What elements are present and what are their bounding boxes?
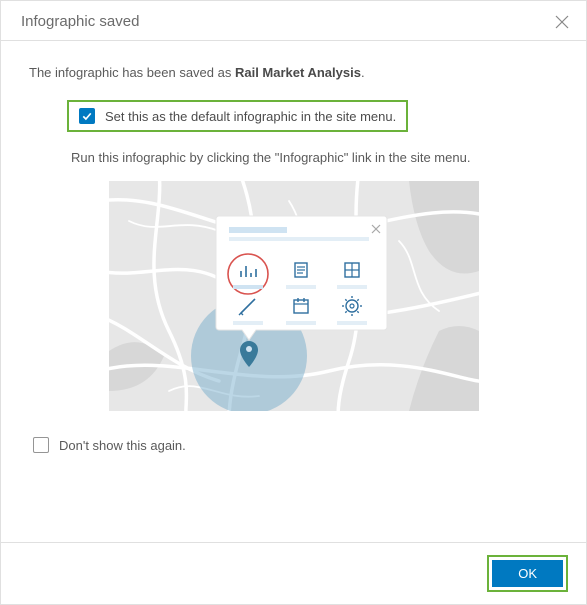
intro-prefix: The infographic has been saved as — [29, 65, 235, 80]
ok-button-highlight: OK — [487, 555, 568, 592]
close-icon[interactable] — [554, 14, 570, 30]
infographic-saved-dialog: Infographic saved The infographic has be… — [0, 0, 587, 605]
intro-suffix: . — [361, 65, 365, 80]
hint-text: Run this infographic by clicking the "In… — [71, 150, 558, 165]
map-illustration — [109, 181, 479, 411]
dialog-footer: OK — [1, 542, 586, 604]
default-infographic-checkbox[interactable] — [79, 108, 95, 124]
default-infographic-label: Set this as the default infographic in t… — [105, 109, 396, 124]
intro-text: The infographic has been saved as Rail M… — [29, 65, 558, 80]
dialog-title: Infographic saved — [21, 13, 139, 30]
dialog-header: Infographic saved — [1, 1, 586, 41]
ok-button[interactable]: OK — [492, 560, 563, 587]
intro-name: Rail Market Analysis — [235, 65, 361, 80]
popup-card — [216, 216, 387, 340]
illustration-wrap — [29, 181, 558, 411]
default-infographic-option: Set this as the default infographic in t… — [67, 100, 408, 132]
dialog-body: The infographic has been saved as Rail M… — [1, 41, 586, 542]
dont-show-option: Don't show this again. — [33, 437, 186, 453]
dont-show-label: Don't show this again. — [59, 438, 186, 453]
dont-show-checkbox[interactable] — [33, 437, 49, 453]
